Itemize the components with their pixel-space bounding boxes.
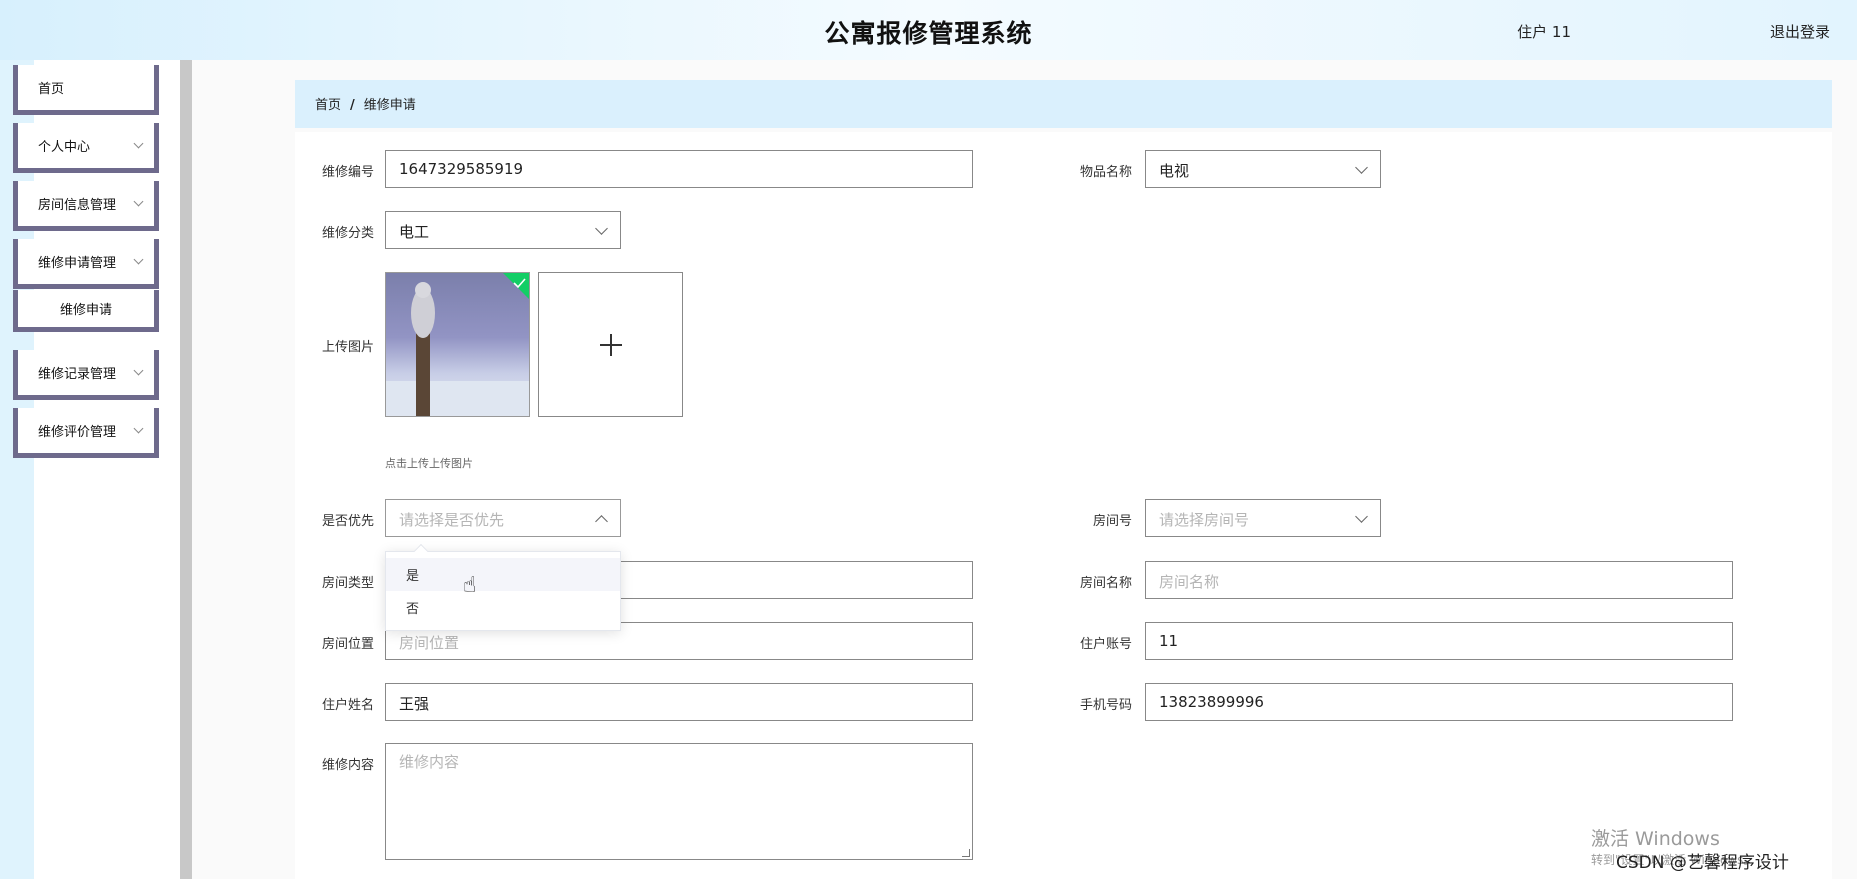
repair-no-value: 1647329585919 [399,160,524,178]
sidebar-item-repair-record-management[interactable]: 维修记录管理 [13,350,159,400]
breadcrumb: 首页 / 维修申请 [295,80,1832,128]
account-value: 11 [1159,632,1179,650]
resize-handle-icon[interactable] [962,849,970,857]
room-name-placeholder: 房间名称 [1159,573,1220,591]
owl-photo [386,273,529,416]
phone-input[interactable]: 13823899996 [1145,683,1733,721]
chevron-down-icon [1355,161,1368,174]
room-location-label: 房间位置 [321,637,374,652]
phone-value: 13823899996 [1159,693,1264,711]
category-value: 电工 [399,223,430,241]
item-name-select[interactable]: 电视 [1145,150,1381,188]
repair-no-input[interactable]: 1647329585919 [385,150,973,188]
top-header: 公寓报修管理系统 住户 11 退出登录 [0,0,1857,60]
chevron-down-icon [133,138,144,149]
priority-label: 是否优先 [321,514,374,529]
repair-no-label: 维修编号 [321,165,374,180]
csdn-watermark: CSDN @艺馨程序设计 [1616,853,1789,873]
sidebar-item-label: 维修记录管理 [38,367,117,382]
upload-image-button[interactable] [538,272,683,417]
sidebar-item-label: 房间信息管理 [38,198,117,213]
room-no-label: 房间号 [1092,514,1132,529]
item-name-value: 电视 [1159,162,1190,180]
item-name-label: 物品名称 [1079,165,1132,180]
resident-name-label: 住户姓名 [321,698,374,713]
account-input[interactable]: 11 [1145,622,1733,660]
room-no-select[interactable]: 请选择房间号 [1145,499,1381,537]
sidebar-item-label: 首页 [38,82,65,97]
room-no-placeholder: 请选择房间号 [1159,511,1250,529]
windows-activation-title: 激活 Windows [1591,828,1720,850]
breadcrumb-home[interactable]: 首页 [315,98,341,113]
sidebar: 首页 个人中心 房间信息管理 维修申请管理 维修申请 维修记录管理 维修评价管理 [0,60,180,879]
chevron-up-icon [595,515,608,528]
content-textarea[interactable]: 维修内容 [385,743,973,860]
sidebar-item-label: 维修评价管理 [38,425,117,440]
room-type-label: 房间类型 [321,576,374,591]
sidebar-item-label: 维修申请 [59,303,112,318]
chevron-down-icon [1355,510,1368,523]
sidebar-item-room-management[interactable]: 房间信息管理 [13,181,159,231]
app-title: 公寓报修管理系统 [824,19,1033,48]
priority-dropdown: 是 否 [385,543,621,631]
sidebar-item-repair-review-management[interactable]: 维修评价管理 [13,408,159,458]
room-name-label: 房间名称 [1079,576,1132,591]
priority-placeholder: 请选择是否优先 [399,511,505,529]
category-label: 维修分类 [321,226,374,241]
sidebar-item-home[interactable]: 首页 [13,65,159,115]
sidebar-item-repair-request-management[interactable]: 维修申请管理 [13,239,159,289]
priority-select[interactable]: 请选择是否优先 [385,499,621,537]
chevron-down-icon [133,365,144,376]
chevron-down-icon [595,222,608,235]
upload-tip: 点击上传上传图片 [385,457,473,470]
resident-name-input[interactable]: 王强 [385,683,973,721]
plus-icon [599,333,622,356]
sidebar-item-label: 维修申请管理 [38,256,117,271]
sidebar-item-personal-center[interactable]: 个人中心 [13,123,159,173]
room-location-placeholder: 房间位置 [399,634,460,652]
content-label: 维修内容 [321,758,374,773]
chevron-down-icon [133,254,144,265]
account-label: 住户账号 [1079,637,1132,652]
logout-link[interactable]: 退出登录 [1770,21,1830,42]
hand-cursor-icon: ☝ [463,573,477,598]
breadcrumb-current: 维修申请 [363,98,416,113]
sidebar-scrollbar[interactable] [180,60,192,879]
content-placeholder: 维修内容 [399,753,460,771]
chevron-down-icon [133,196,144,207]
resident-name-value: 王强 [399,695,430,713]
chevron-down-icon [133,423,144,434]
category-select[interactable]: 电工 [385,211,621,249]
current-user: 住户 11 [1517,23,1571,41]
sidebar-item-label: 个人中心 [38,140,91,155]
priority-option-yes[interactable]: 是 [386,558,620,591]
priority-option-no[interactable]: 否 [386,591,620,624]
room-name-input[interactable]: 房间名称 [1145,561,1733,599]
image-label: 上传图片 [321,340,374,355]
phone-label: 手机号码 [1079,698,1132,713]
breadcrumb-separator: / [350,98,355,113]
uploaded-image-thumbnail[interactable] [385,272,530,417]
sidebar-subitem-repair-request[interactable]: 维修申请 [13,290,159,332]
